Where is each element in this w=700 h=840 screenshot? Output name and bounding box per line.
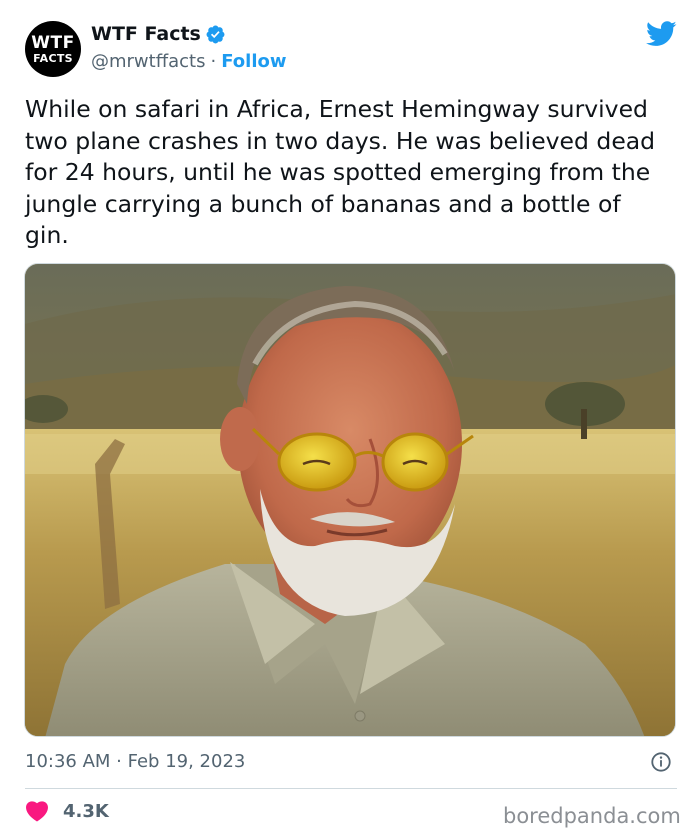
like-count[interactable]: 4.3K: [63, 801, 109, 822]
info-icon[interactable]: [650, 751, 672, 773]
twitter-bird-icon[interactable]: [646, 21, 677, 47]
handle-row: @mrwtffacts · Follow: [91, 51, 287, 72]
photo-illustration: [25, 264, 675, 736]
avatar-text-line1: WTF: [31, 32, 75, 53]
heart-icon[interactable]: [25, 800, 49, 822]
tweet-photo[interactable]: [24, 263, 676, 737]
verified-badge-icon: [206, 25, 225, 43]
handle-separator: ·: [210, 51, 217, 72]
author-name-row: WTF Facts: [91, 23, 226, 45]
tweet-text: While on safari in Africa, Ernest Heming…: [25, 95, 656, 249]
tweet-timestamp[interactable]: 10:36 AM · Feb 19, 2023: [25, 751, 245, 772]
watermark: boredpanda.com: [503, 804, 681, 828]
display-name[interactable]: WTF Facts: [91, 23, 201, 45]
follow-button[interactable]: Follow: [221, 51, 286, 72]
like-row: 4.3K: [25, 800, 109, 822]
handle[interactable]: @mrwtffacts: [91, 51, 205, 72]
avatar[interactable]: WTF FACTS: [25, 21, 81, 77]
divider: [25, 788, 677, 789]
avatar-text-line2: FACTS: [33, 51, 73, 65]
